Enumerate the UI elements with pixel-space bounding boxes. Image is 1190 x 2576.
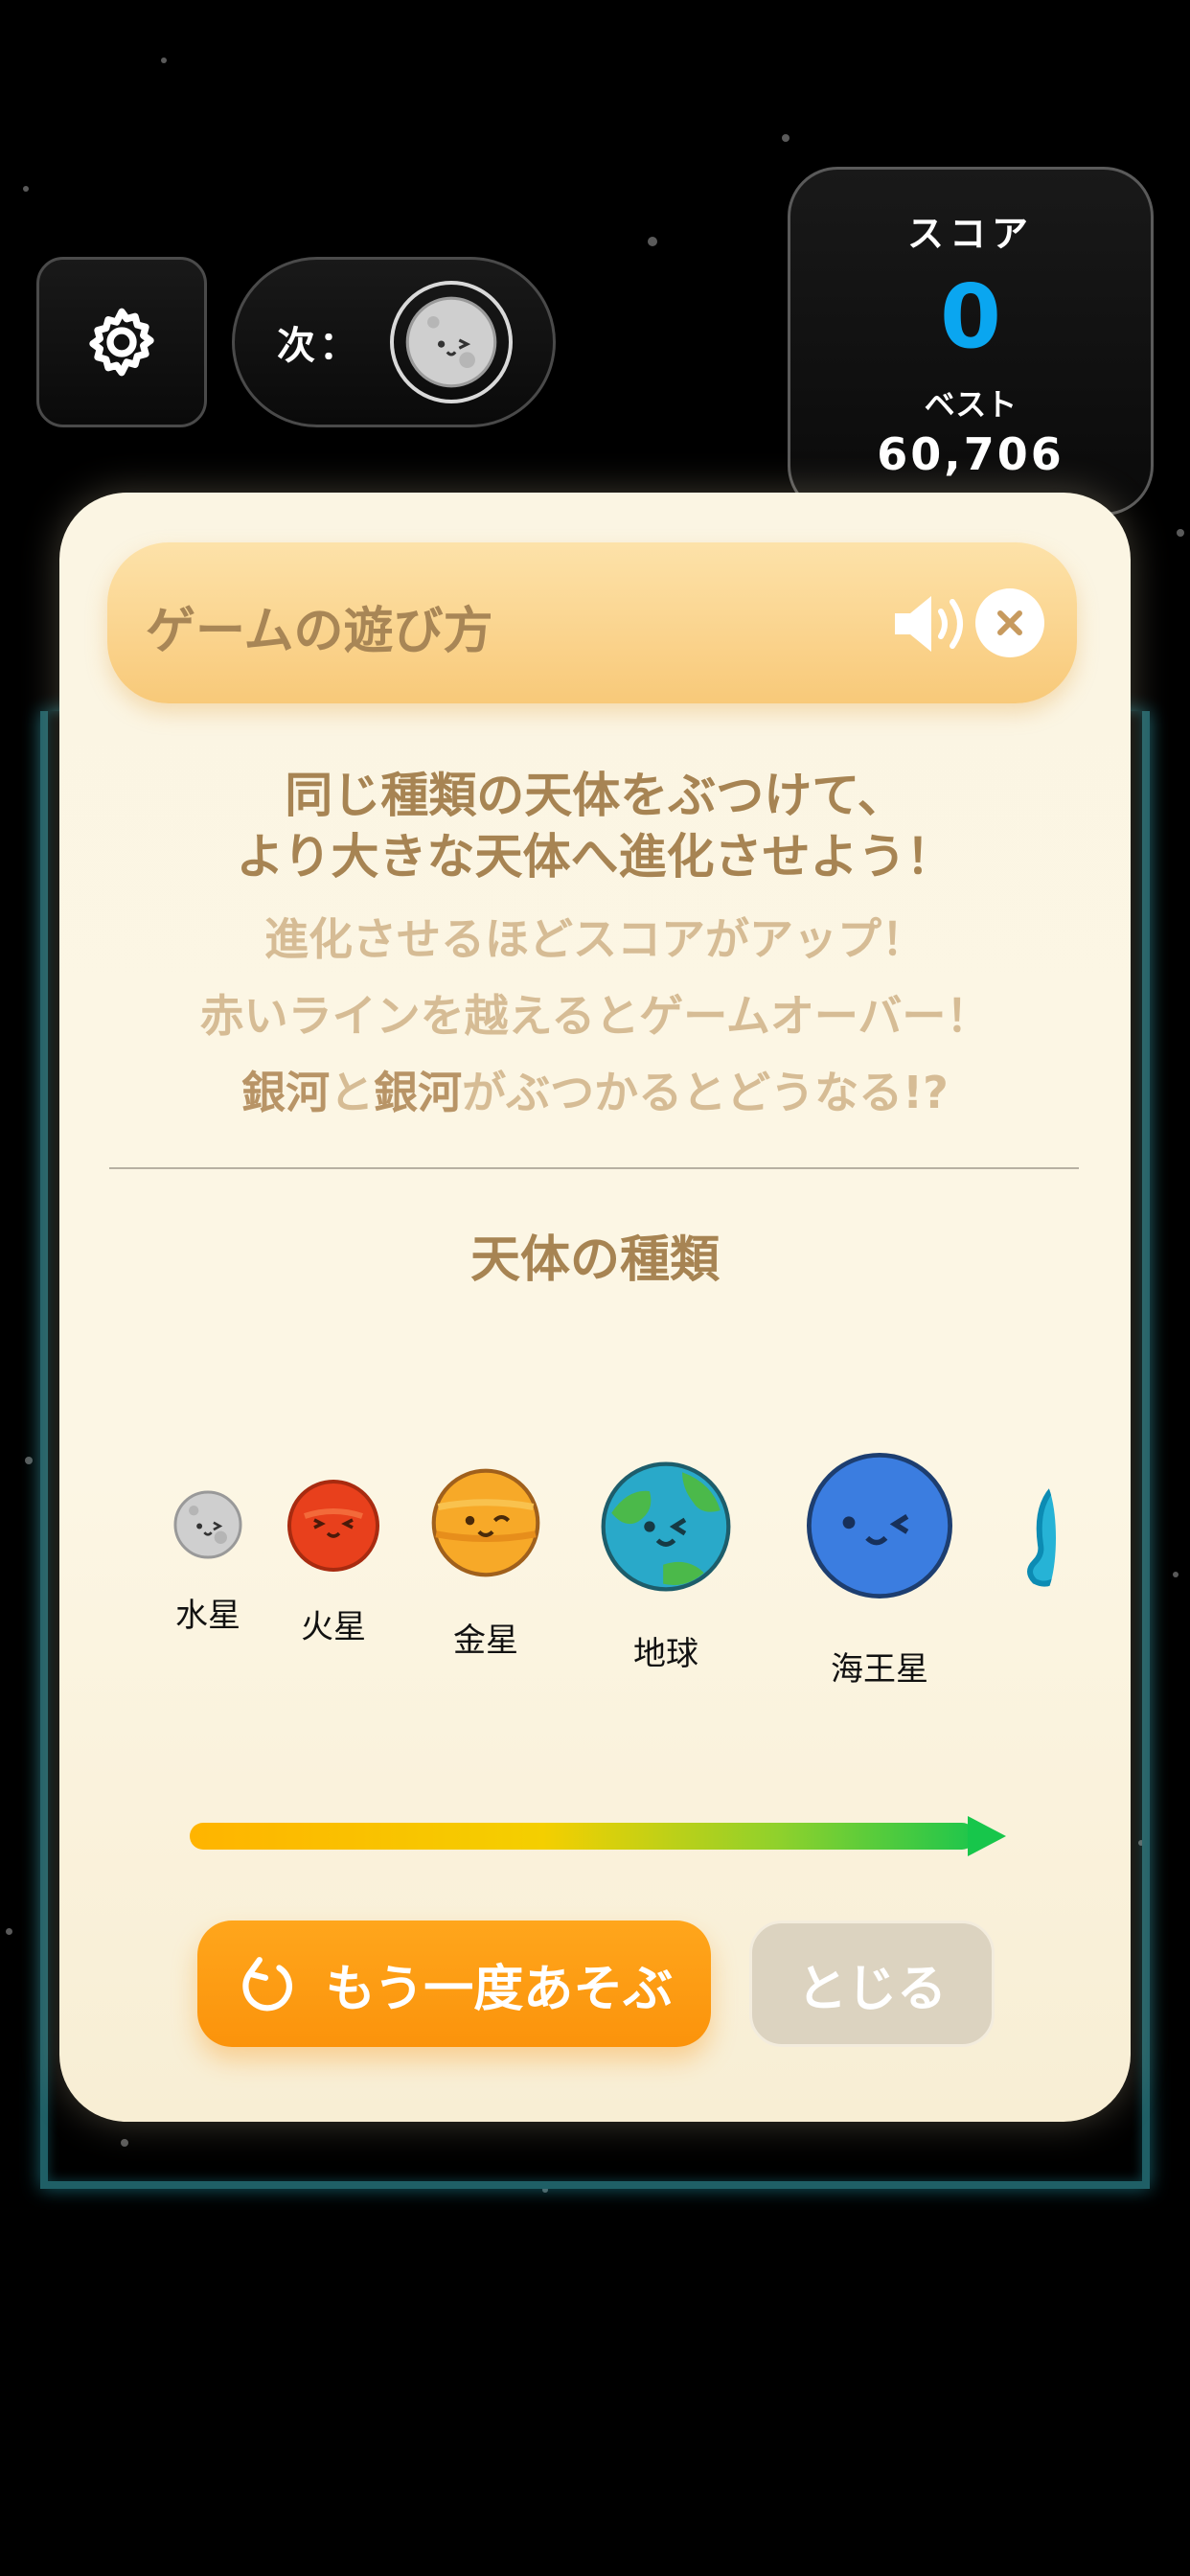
- earth-icon: [601, 1461, 731, 1592]
- evolution-arrow-head: [968, 1816, 1006, 1856]
- replay-label: もう一度あそぶ: [325, 1960, 674, 2018]
- mercury-icon: [173, 1490, 242, 1559]
- mercury-next-icon: [405, 296, 497, 388]
- planet-label: 金星: [453, 1622, 518, 1660]
- section-title: 天体の種類: [469, 1231, 720, 1289]
- galaxy-word: 銀河: [241, 1067, 331, 1118]
- partial-planet-icon: [1027, 1483, 1056, 1587]
- next-label: 次：: [277, 324, 361, 368]
- close-button[interactable]: [975, 588, 1044, 657]
- gear-icon: [89, 308, 154, 377]
- planet-label: 海王星: [831, 1650, 928, 1689]
- modal-title: ゲームの遊び方: [146, 603, 493, 660]
- close-icon: [997, 610, 1022, 635]
- desc-line-3: 進化させるほどスコアがアップ！: [264, 913, 926, 965]
- mars-icon: [287, 1480, 379, 1572]
- evolution-arrow: [190, 1823, 975, 1850]
- divider: [109, 1167, 1079, 1169]
- how-to-play-modal: ゲームの遊び方 同じ種類の天体をぶつけて、 より大きな天体へ進化させよう！ 進化…: [59, 493, 1131, 2122]
- score-title: スコア: [906, 213, 1034, 255]
- close-text-button[interactable]: とじる: [749, 1920, 995, 2047]
- desc-line-5-rest: がぶつかるとどうなる!?: [462, 1067, 949, 1118]
- next-preview: 次：: [232, 257, 556, 427]
- best-title: ベスト: [924, 386, 1018, 423]
- best-value: 60,706: [877, 428, 1064, 480]
- settings-button[interactable]: [36, 257, 207, 427]
- sound-icon[interactable]: [889, 590, 973, 657]
- desc-line-4: 赤いラインを越えるとゲームオーバー！: [199, 990, 991, 1042]
- score-panel: スコア 0 ベスト 60,706: [788, 167, 1154, 516]
- desc-line-1: 同じ種類の天体をぶつけて、: [285, 768, 905, 823]
- replay-icon: [242, 1957, 292, 2012]
- close-text-label: とじる: [796, 1960, 947, 2018]
- desc-line-5-and: と: [330, 1067, 375, 1118]
- desc-line-2: より大きな天体へ進化させよう！: [236, 829, 954, 885]
- modal-header: ゲームの遊び方: [107, 542, 1077, 703]
- galaxy-word: 銀河: [374, 1067, 463, 1118]
- venus-icon: [431, 1468, 540, 1577]
- desc-line-5: 銀河と銀河がぶつかるとどうなる!?: [59, 1058, 1131, 1121]
- next-planet-ring: [390, 281, 513, 403]
- replay-button[interactable]: もう一度あそぶ: [197, 1920, 711, 2047]
- score-value: 0: [939, 265, 1001, 368]
- neptune-icon: [807, 1453, 952, 1598]
- planet-label: 地球: [633, 1635, 698, 1673]
